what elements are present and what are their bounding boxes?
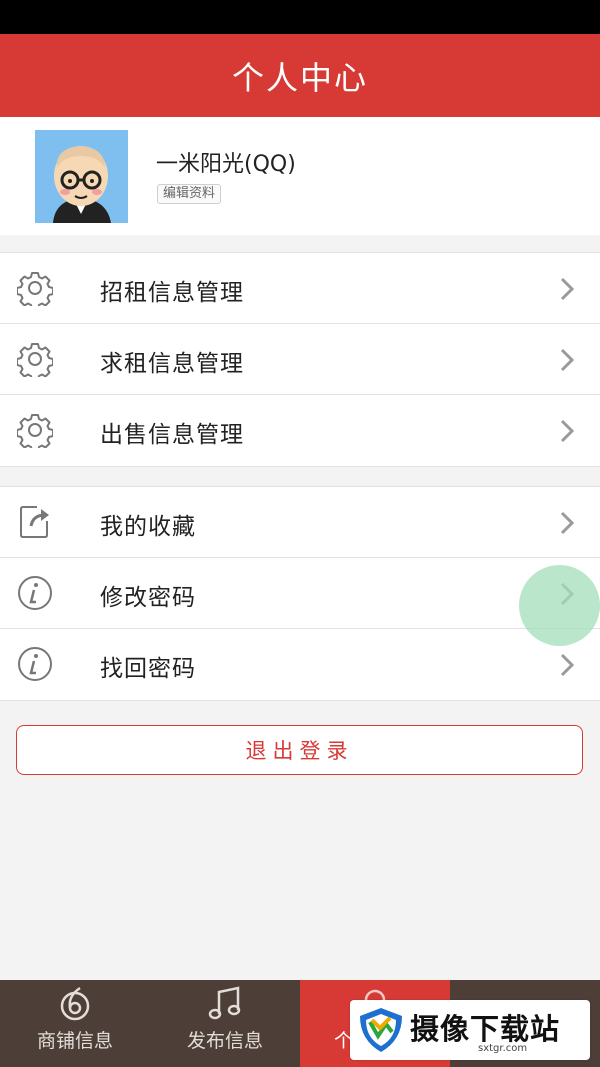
menu-item-label: 找回密码 (100, 656, 196, 682)
watermark-logo-icon (360, 1008, 402, 1052)
menu-item-rent-out[interactable]: 招租信息管理 (0, 253, 600, 324)
swirl-icon (60, 986, 90, 1021)
gear-icon (17, 343, 53, 377)
chevron-right-icon (560, 511, 575, 535)
watermark-url: sxtgr.com (478, 1043, 528, 1054)
avatar[interactable] (35, 130, 128, 223)
chevron-right-icon (560, 653, 575, 677)
menu-item-rent-seek[interactable]: 求租信息管理 (0, 324, 600, 395)
menu-item-favorites[interactable]: 我的收藏 (0, 487, 600, 558)
profile-card[interactable] (0, 117, 600, 235)
menu-item-label: 招租信息管理 (100, 280, 244, 306)
tab-publish[interactable]: 发布信息 (150, 980, 300, 1067)
music-note-icon (208, 986, 241, 1020)
menu-item-sale[interactable]: 出售信息管理 (0, 395, 600, 466)
menu-item-change-password[interactable]: 修改密码 (0, 558, 600, 629)
menu-item-recover-password[interactable]: 找回密码 (0, 629, 600, 700)
share-icon (20, 506, 49, 538)
chevron-right-icon (560, 277, 575, 301)
gear-icon (17, 414, 53, 448)
tab-shop-info[interactable]: 商铺信息 (0, 980, 150, 1067)
menu-item-label: 我的收藏 (100, 514, 196, 540)
info-icon (18, 647, 52, 681)
menu-item-label: 求租信息管理 (100, 351, 244, 377)
info-icon (18, 576, 52, 610)
menu-item-label: 修改密码 (100, 585, 196, 611)
menu-item-label: 出售信息管理 (100, 422, 244, 448)
menu-group-account: 我的收藏 修改密码 找回密码 (0, 486, 600, 701)
status-bar (0, 0, 600, 34)
gear-icon (17, 272, 53, 306)
chevron-right-icon (560, 348, 575, 372)
page-title: 个人中心 (231, 58, 368, 97)
tab-label: 商铺信息 (36, 1030, 113, 1052)
tab-label: 发布信息 (186, 1030, 263, 1052)
title-bar: 个人中心 (0, 34, 600, 117)
edit-profile-button[interactable]: 编辑资料 (157, 184, 222, 204)
chevron-right-icon (560, 419, 575, 443)
menu-group-manage: 招租信息管理 求租信息管理 出售信息管理 (0, 252, 600, 467)
watermark: 摄像下载站 sxtgr.com (350, 1000, 590, 1060)
watermark-name: 摄像下载站 (410, 1012, 561, 1046)
floating-touch-indicator[interactable] (519, 565, 600, 646)
logout-button[interactable]: 退出登录 (16, 725, 583, 775)
username: 一米阳光(QQ) (156, 152, 296, 177)
